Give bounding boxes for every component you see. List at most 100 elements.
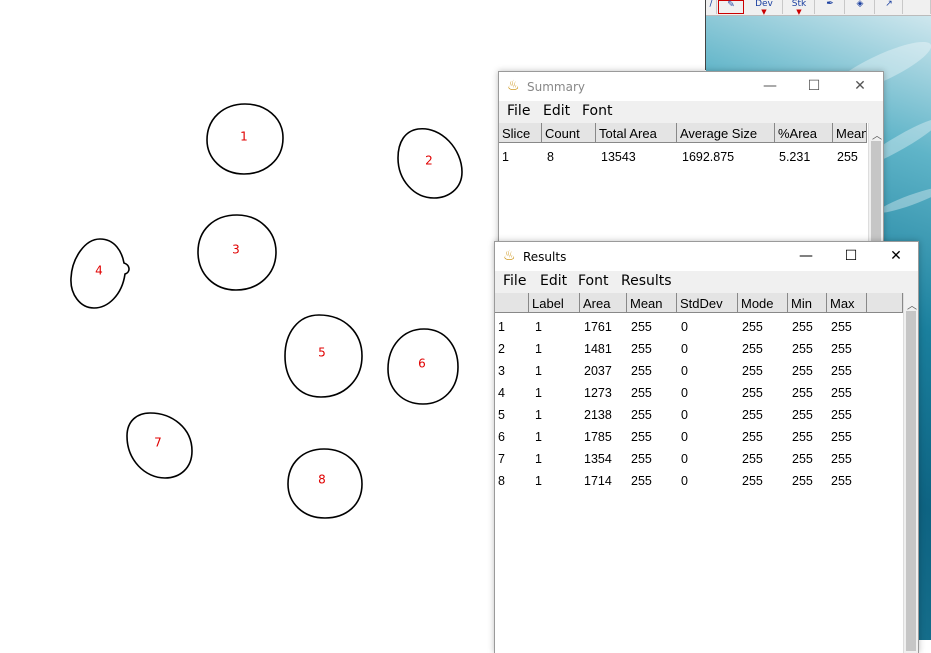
- chevron-up-icon[interactable]: ︿: [907, 297, 917, 312]
- maximize-button[interactable]: ☐: [836, 246, 866, 266]
- table-cell: 2037: [584, 364, 612, 378]
- table-cell: 1761: [584, 320, 612, 334]
- table-cell: 1785: [584, 430, 612, 444]
- row-index: 7: [498, 452, 505, 466]
- table-cell: 0: [681, 452, 688, 466]
- table-cell: 0: [681, 474, 688, 488]
- table-cell: 1: [535, 474, 542, 488]
- table-cell: 255: [792, 430, 813, 444]
- stk-menu-button[interactable]: Stk ▼: [784, 0, 815, 16]
- table-cell: 255: [631, 364, 652, 378]
- scrollbar-thumb[interactable]: [906, 311, 916, 651]
- col-header-min[interactable]: Min: [788, 293, 827, 313]
- col-header-average-size[interactable]: Average Size: [677, 123, 775, 143]
- dev-dropdown-arrow-icon: ▼: [761, 8, 767, 16]
- table-cell: 1: [502, 150, 509, 164]
- arrow-tool-icon[interactable]: ↗: [876, 0, 903, 14]
- minimize-button[interactable]: —: [791, 246, 821, 266]
- table-cell: 1273: [584, 386, 612, 400]
- cell-label-3: 3: [232, 243, 240, 257]
- color-picker-tool-icon[interactable]: ✎: [718, 0, 744, 14]
- table-cell: 255: [792, 320, 813, 334]
- imagej-toolbar: / ✎ Dev ▼ Stk ▼ ✒ ◈ ↗: [706, 0, 931, 16]
- table-cell: 255: [631, 408, 652, 422]
- row-index: 1: [498, 320, 505, 334]
- table-cell: 1: [535, 386, 542, 400]
- table-cell: 1: [535, 342, 542, 356]
- table-cell: 13543: [601, 150, 636, 164]
- menu-font[interactable]: Font: [578, 273, 608, 289]
- menu-file[interactable]: File: [503, 273, 526, 289]
- summary-menubar: File Edit Font: [499, 101, 883, 123]
- col-header-percent-area[interactable]: %Area: [775, 123, 833, 143]
- menu-edit[interactable]: Edit: [540, 273, 567, 289]
- table-cell: 255: [792, 408, 813, 422]
- table-cell: 255: [742, 386, 763, 400]
- col-header-mode[interactable]: Mode: [738, 293, 788, 313]
- table-cell: 255: [742, 430, 763, 444]
- table-cell: 255: [631, 342, 652, 356]
- table-cell: 255: [831, 408, 852, 422]
- results-titlebar[interactable]: ♨ Results — ☐ ✕: [495, 242, 918, 271]
- flood-fill-tool-icon[interactable]: ◈: [846, 0, 875, 14]
- table-cell: 2138: [584, 408, 612, 422]
- cell-label-7: 7: [154, 436, 162, 450]
- col-header-count[interactable]: Count: [542, 123, 596, 143]
- table-cell: 255: [792, 386, 813, 400]
- maximize-button[interactable]: ☐: [799, 76, 829, 96]
- table-cell: 1: [535, 320, 542, 334]
- table-cell: 255: [831, 474, 852, 488]
- summary-titlebar[interactable]: ♨ Summary — ☐ ✕: [499, 72, 883, 101]
- table-cell: 255: [742, 342, 763, 356]
- table-cell: 1354: [584, 452, 612, 466]
- col-header-mean[interactable]: Mean: [627, 293, 677, 313]
- table-cell: 8: [547, 150, 554, 164]
- close-button[interactable]: ✕: [845, 76, 875, 96]
- stk-dropdown-arrow-icon: ▼: [796, 8, 802, 16]
- close-button[interactable]: ✕: [881, 246, 911, 266]
- table-cell: 255: [831, 452, 852, 466]
- menu-file[interactable]: File: [507, 103, 530, 119]
- table-cell: 255: [792, 342, 813, 356]
- table-cell: 255: [631, 386, 652, 400]
- table-cell: 255: [792, 474, 813, 488]
- table-cell: 255: [742, 320, 763, 334]
- minimize-button[interactable]: —: [755, 76, 785, 96]
- menu-edit[interactable]: Edit: [543, 103, 570, 119]
- table-cell: 255: [631, 320, 652, 334]
- col-header-slice[interactable]: Slice: [499, 123, 542, 143]
- col-header-total-area[interactable]: Total Area: [596, 123, 677, 143]
- results-menubar: File Edit Font Results: [495, 271, 918, 293]
- table-cell: 1: [535, 452, 542, 466]
- table-cell: 255: [831, 386, 852, 400]
- toolbar-spare-button[interactable]: [904, 0, 931, 14]
- col-header-index[interactable]: [495, 293, 529, 313]
- results-window-title: Results: [523, 250, 567, 264]
- results-scrollbar[interactable]: ︿: [903, 293, 918, 653]
- table-cell: 255: [631, 452, 652, 466]
- table-cell: 1: [535, 430, 542, 444]
- col-header-mean[interactable]: Mean: [833, 123, 867, 143]
- dev-menu-button[interactable]: Dev ▼: [746, 0, 783, 16]
- menu-results[interactable]: Results: [621, 273, 672, 289]
- col-header-label[interactable]: Label: [529, 293, 580, 313]
- results-table[interactable]: Label Area Mean StdDev Mode Min Max ︿ 1 1…: [495, 293, 918, 653]
- col-header-stddev[interactable]: StdDev: [677, 293, 738, 313]
- table-cell: 255: [742, 452, 763, 466]
- col-header-area[interactable]: Area: [580, 293, 627, 313]
- row-index: 2: [498, 342, 505, 356]
- row-index: 5: [498, 408, 505, 422]
- table-cell: 255: [837, 150, 858, 164]
- table-cell: 255: [631, 430, 652, 444]
- chevron-up-icon[interactable]: ︿: [872, 127, 882, 142]
- toolbar-edge-tool[interactable]: /: [706, 0, 717, 14]
- brush-tool-icon[interactable]: ✒: [816, 0, 845, 14]
- table-cell: 1: [535, 408, 542, 422]
- cell-label-4: 4: [95, 264, 103, 278]
- col-header-empty: [867, 293, 903, 313]
- table-cell: 255: [742, 474, 763, 488]
- col-header-max[interactable]: Max: [827, 293, 867, 313]
- table-cell: 255: [742, 408, 763, 422]
- row-index: 3: [498, 364, 505, 378]
- menu-font[interactable]: Font: [582, 103, 612, 119]
